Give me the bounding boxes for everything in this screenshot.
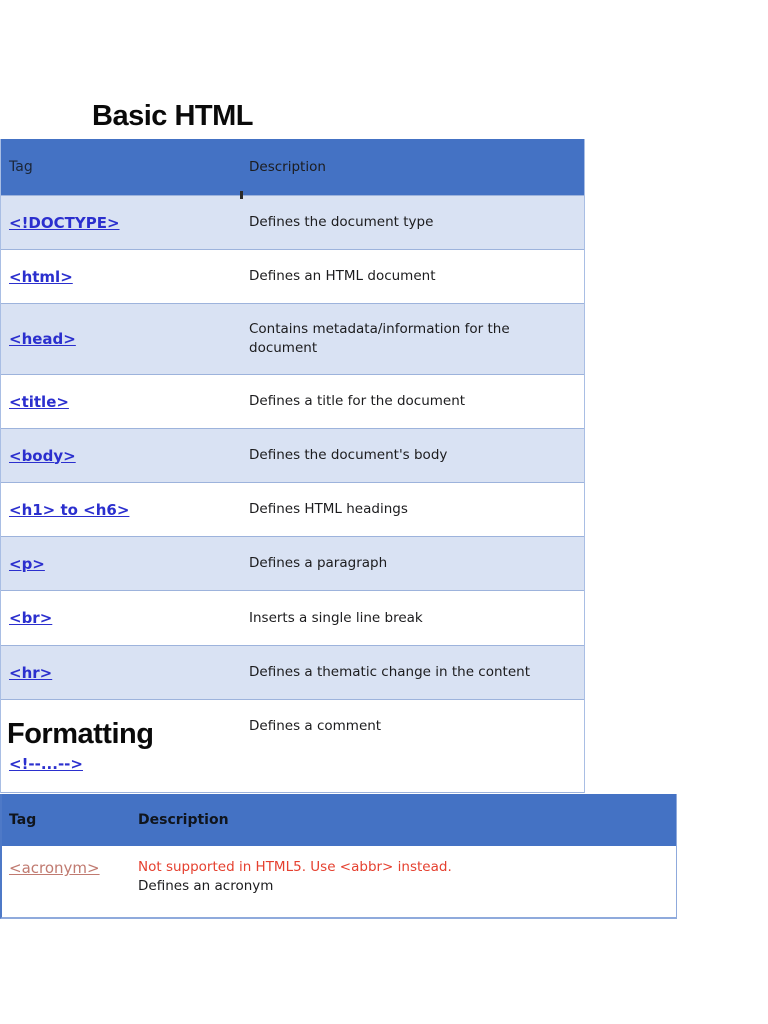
table-header-row: Tag Description xyxy=(2,794,676,846)
tag-description: Defines a thematic change in the content xyxy=(249,664,530,680)
tag-description: Defines the document type xyxy=(249,214,434,230)
table-row: <body> Defines the document's body xyxy=(1,429,584,483)
tag-link-body[interactable]: <body> xyxy=(9,447,76,465)
column-header-tag: Tag xyxy=(9,812,37,828)
tag-link-headings[interactable]: <h1> to <h6> xyxy=(9,501,129,519)
tag-description: Defines an acronym xyxy=(138,878,274,894)
table-row: <html> Defines an HTML document xyxy=(1,250,584,304)
tag-description: Contains metadata/information for the do… xyxy=(249,321,510,356)
table-row: <title> Defines a title for the document xyxy=(1,375,584,429)
column-header-description: Description xyxy=(249,158,326,175)
tag-description: Defines an HTML document xyxy=(249,268,436,284)
table-row: <hr> Defines a thematic change in the co… xyxy=(1,646,584,700)
tag-link-p[interactable]: <p> xyxy=(9,555,45,573)
tag-link-title[interactable]: <title> xyxy=(9,393,69,411)
tag-link-hr[interactable]: <hr> xyxy=(9,664,52,682)
tag-description: Defines a title for the document xyxy=(249,393,466,409)
cursor-artifact xyxy=(240,191,243,199)
table-row: <acronym> Not supported in HTML5. Use <a… xyxy=(2,846,676,917)
tag-link-acronym[interactable]: <acronym> xyxy=(9,859,100,877)
table-header-row: Tag Description xyxy=(1,139,584,196)
section-title-formatting: Formatting xyxy=(7,718,154,750)
formatting-table: Tag Description <acronym> Not supported … xyxy=(0,794,677,919)
deprecation-note: Not supported in HTML5. Use <abbr> inste… xyxy=(138,859,452,875)
tag-link-br[interactable]: <br> xyxy=(9,609,52,627)
tag-description: Defines HTML headings xyxy=(249,501,408,517)
basic-html-table: Tag Description <!DOCTYPE> Defines the d… xyxy=(0,139,585,793)
tag-link-doctype[interactable]: <!DOCTYPE> xyxy=(9,214,120,232)
tag-link-head[interactable]: <head> xyxy=(9,330,76,348)
table-row: <h1> to <h6> Defines HTML headings xyxy=(1,483,584,537)
tag-link-html[interactable]: <html> xyxy=(9,268,73,286)
column-header-tag: Tag xyxy=(9,159,33,175)
tag-description: Defines the document's body xyxy=(249,447,448,463)
table-row: <br> Inserts a single line break xyxy=(1,591,584,646)
tag-description: Inserts a single line break xyxy=(249,609,423,626)
section-title-basic-html: Basic HTML xyxy=(92,100,253,132)
table-row: <!DOCTYPE> Defines the document type xyxy=(1,196,584,250)
table-row: <head> Contains metadata/information for… xyxy=(1,304,584,375)
column-header-description: Description xyxy=(138,812,229,828)
table-row: <p> Defines a paragraph xyxy=(1,537,584,591)
table-row: Formatting <!--...--> Defines a comment xyxy=(1,700,584,793)
tag-description: Defines a paragraph xyxy=(249,555,388,571)
tag-link-comment[interactable]: <!--...--> xyxy=(9,755,83,773)
tag-description: Defines a comment xyxy=(249,718,382,734)
